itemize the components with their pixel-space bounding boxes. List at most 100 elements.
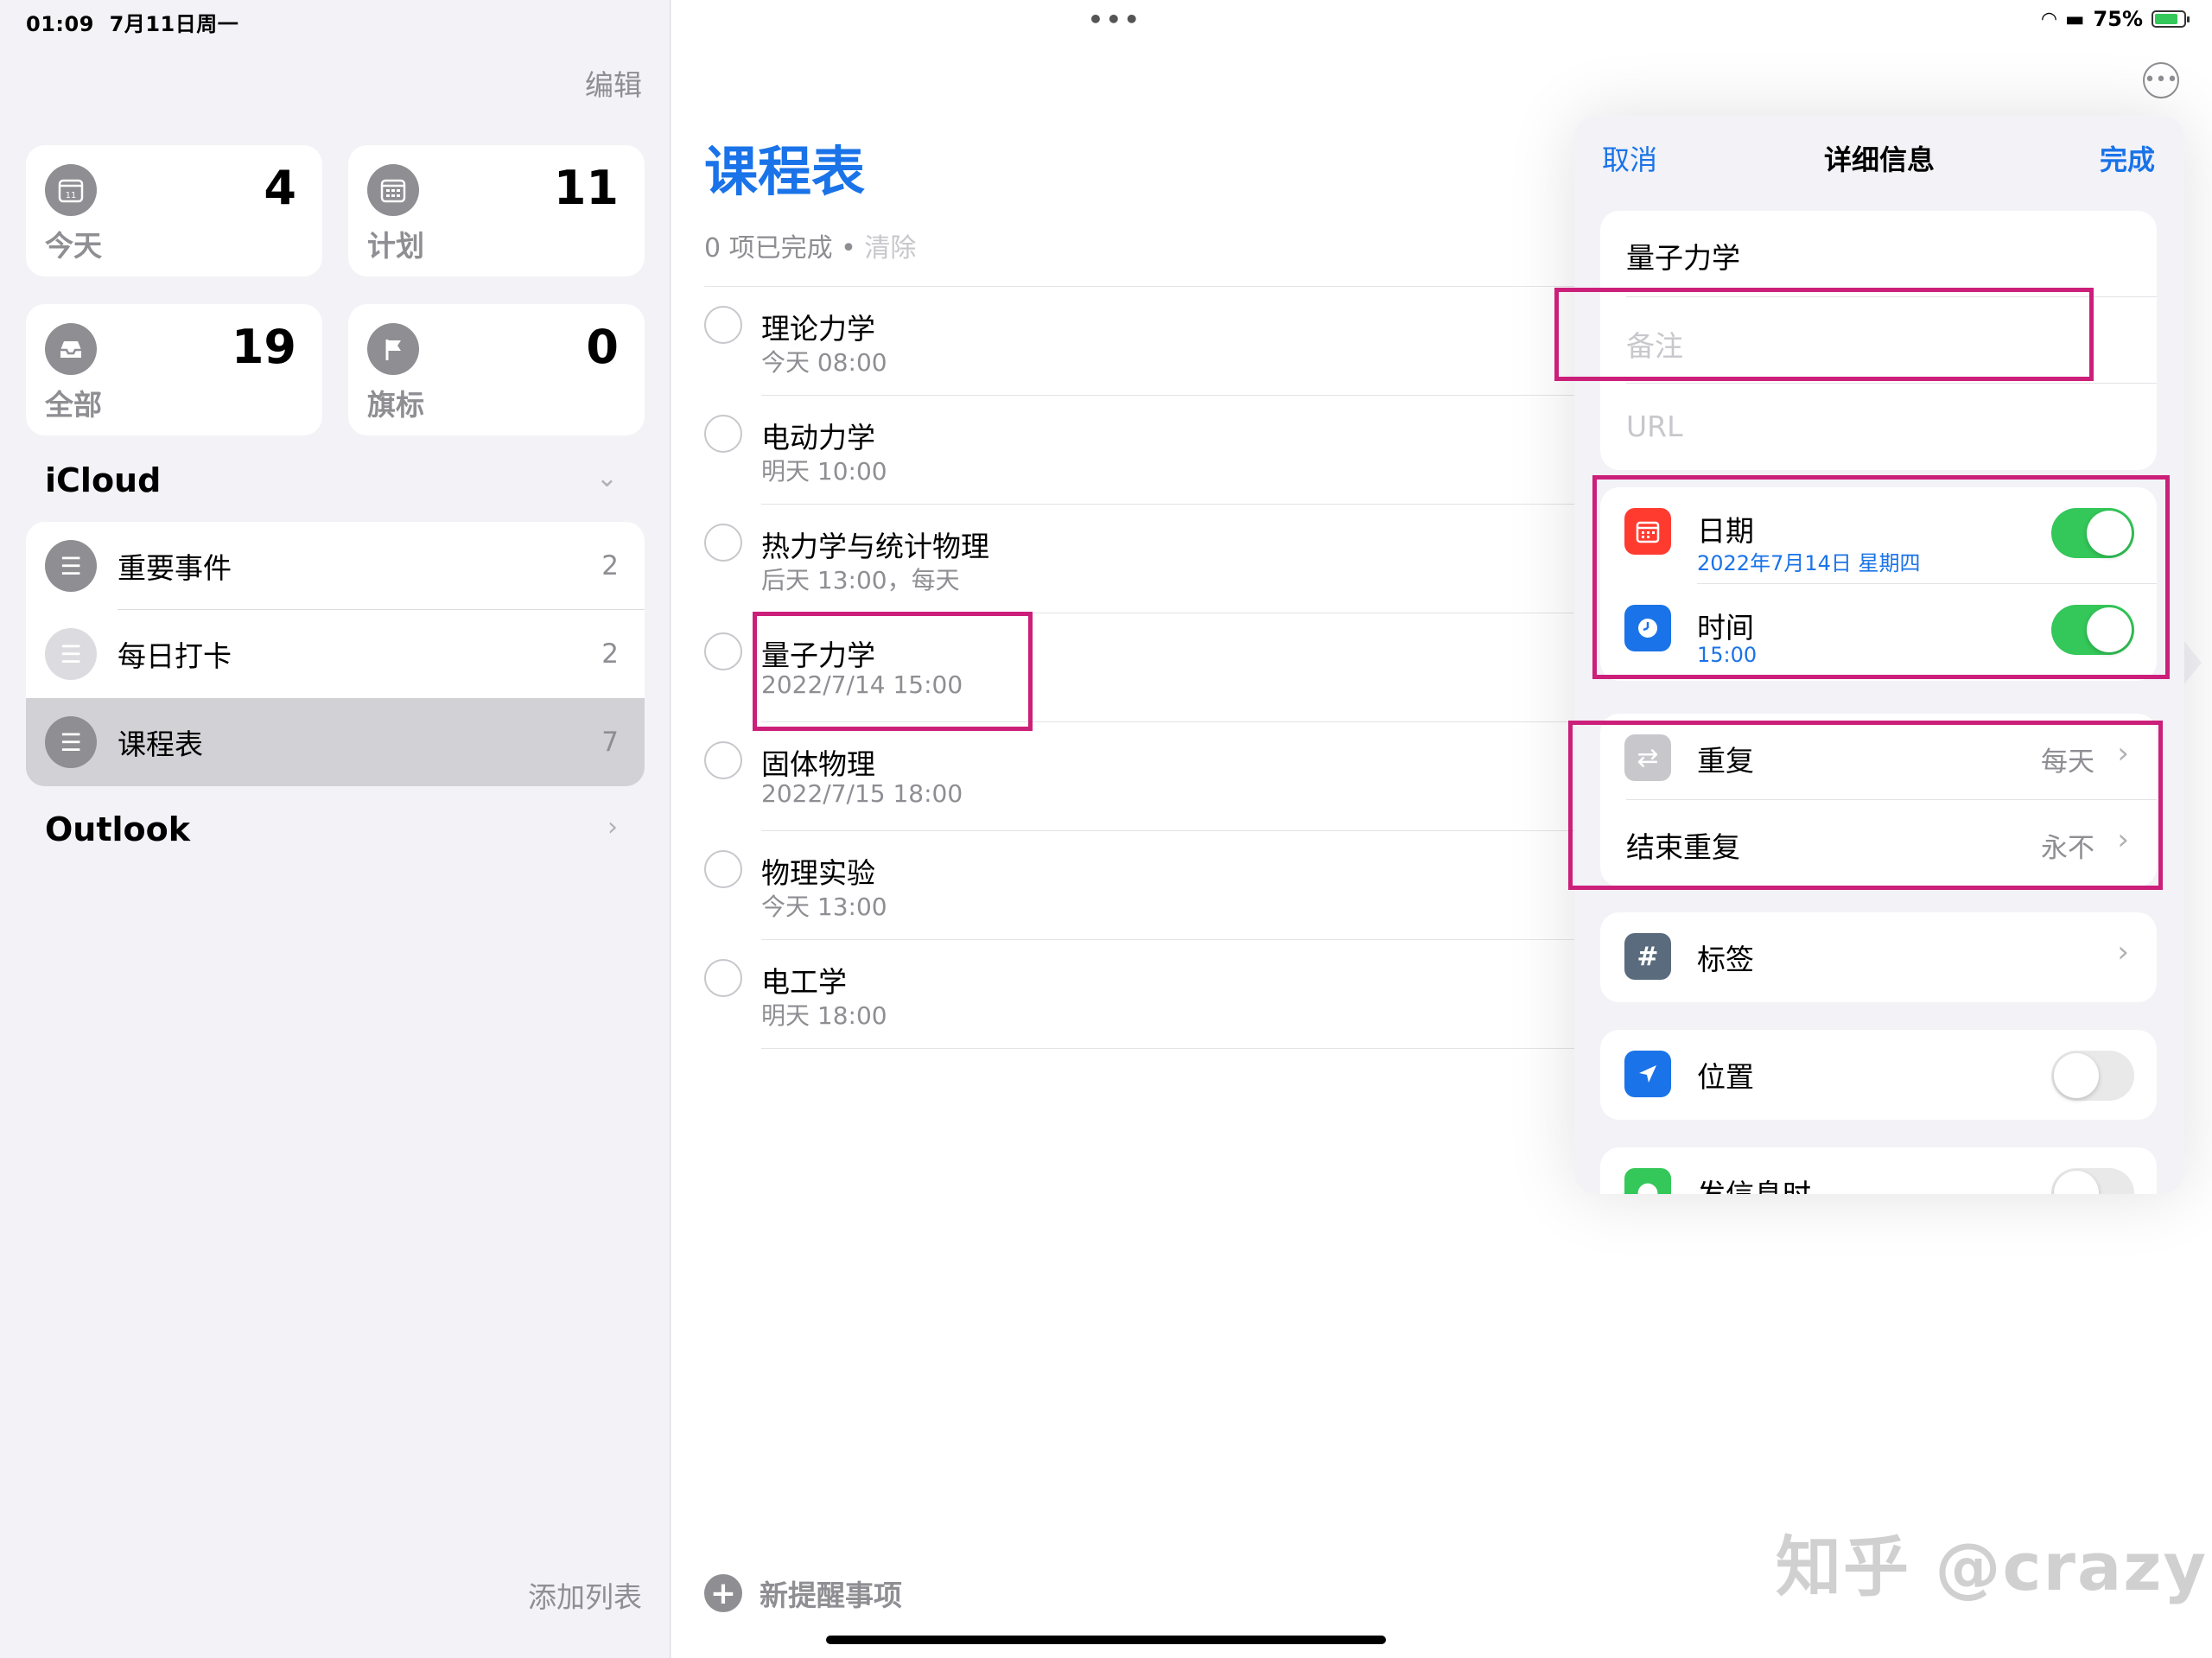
complete-checkbox[interactable]: [704, 741, 742, 779]
done-button[interactable]: 完成: [2100, 138, 2155, 178]
tags-row[interactable]: # 标签 ›: [1600, 912, 2157, 1002]
location-toggle[interactable]: [2051, 1051, 2134, 1101]
status-indicators: ◠ ▬ 75%: [2041, 7, 2190, 31]
messaging-label: 发信息时: [1697, 1172, 1811, 1194]
list-bullet-icon: ☰: [45, 628, 97, 680]
list-count: 2: [601, 638, 619, 670]
smart-list-flagged[interactable]: 0 旗标: [348, 304, 645, 435]
popover-title: 详细信息: [1823, 143, 1935, 176]
task-title[interactable]: 物理实验: [761, 850, 875, 892]
clear-button[interactable]: 清除: [864, 233, 916, 264]
complete-checkbox[interactable]: [704, 306, 742, 344]
icloud-lists: ☰ 重要事件 2 ☰ 每日打卡 2 ☰ 课程表 7: [26, 522, 645, 786]
smart-list-label: 旗标: [367, 388, 424, 422]
smart-list-today[interactable]: 11 4 今天: [26, 145, 322, 276]
battery-percent: 75%: [2093, 7, 2143, 31]
page-title: 课程表: [704, 140, 866, 203]
smart-list-count: 11: [553, 161, 619, 215]
list-item-selected[interactable]: ☰ 课程表 7: [26, 698, 645, 786]
list-bullet-icon: ☰: [45, 716, 97, 768]
task-title[interactable]: 电动力学: [761, 415, 875, 456]
battery-icon: [2152, 10, 2190, 28]
complete-checkbox[interactable]: [704, 959, 742, 997]
smart-list-label: 全部: [45, 388, 102, 422]
watermark: 知乎 @crazy: [1776, 1528, 2209, 1605]
chevron-right-icon[interactable]: ›: [607, 812, 618, 842]
location-row[interactable]: 位置: [1600, 1030, 2157, 1120]
task-title[interactable]: 理论力学: [761, 306, 875, 347]
new-reminder-label: 新提醒事项: [760, 1579, 902, 1612]
task-title[interactable]: 热力学与统计物理: [761, 524, 989, 565]
tray-icon: [45, 323, 97, 375]
title-field[interactable]: 量子力学: [1600, 211, 2157, 297]
list-count: 2: [601, 550, 619, 581]
edit-button[interactable]: 编辑: [585, 62, 642, 104]
separator-dot: •: [841, 233, 856, 264]
task-due: 明天 10:00: [761, 457, 887, 486]
messaging-row[interactable]: ● 发信息时: [1600, 1147, 2157, 1194]
list-item[interactable]: ☰ 重要事件 2: [26, 522, 645, 610]
message-bubble-icon: ●: [1624, 1168, 1671, 1194]
task-due: 后天 13:00，每天: [761, 566, 960, 594]
list-name: 课程表: [118, 727, 203, 761]
chevron-down-icon[interactable]: ⌄: [596, 463, 618, 493]
highlight-box-notes: [1554, 288, 2094, 381]
complete-checkbox[interactable]: [704, 632, 742, 670]
url-placeholder[interactable]: URL: [1626, 410, 1682, 443]
list-name: 每日打卡: [118, 639, 232, 673]
task-title[interactable]: 固体物理: [761, 741, 875, 783]
task-due: 2022/7/15 18:00: [761, 779, 963, 808]
flag-icon: [367, 323, 419, 375]
smart-list-count: 0: [586, 320, 619, 374]
icloud-section-header[interactable]: iCloud: [45, 461, 161, 499]
location-group: 位置: [1600, 1030, 2157, 1120]
list-name: 重要事件: [118, 551, 232, 585]
list-count: 7: [601, 727, 619, 758]
popover-nav-bar: 取消 详细信息 完成: [1574, 116, 2184, 213]
add-list-button[interactable]: 添加列表: [528, 1574, 642, 1616]
tags-group: # 标签 ›: [1600, 912, 2157, 1002]
completed-count: 0 项已完成: [704, 233, 833, 264]
wifi-icon: ◠: [2041, 8, 2056, 30]
multitasking-dots-icon[interactable]: •••: [1088, 5, 1142, 34]
smart-list-label: 今天: [45, 229, 102, 263]
task-due: 明天 18:00: [761, 1001, 887, 1030]
task-due: 今天 08:00: [761, 348, 887, 377]
url-field[interactable]: URL: [1600, 384, 2157, 470]
more-options-icon[interactable]: •••: [2143, 62, 2179, 98]
complete-checkbox[interactable]: [704, 415, 742, 453]
smart-list-count: 4: [264, 161, 296, 215]
complete-checkbox[interactable]: [704, 524, 742, 562]
sidebar: 01:09 7月11日周一 编辑 11 4 今天 11 计划 19 全部 0 旗…: [0, 0, 671, 1658]
messaging-toggle[interactable]: [2051, 1168, 2134, 1194]
tags-label: 标签: [1697, 943, 1754, 976]
highlight-box-date-time: [1592, 475, 2170, 679]
highlight-box-task: [753, 612, 1033, 731]
list-item[interactable]: ☰ 每日打卡 2: [26, 610, 645, 698]
car-icon: ▬: [2064, 7, 2085, 31]
highlight-box-repeat: [1568, 721, 2163, 890]
smart-list-scheduled[interactable]: 11 计划: [348, 145, 645, 276]
hashtag-icon: #: [1624, 933, 1671, 980]
location-label: 位置: [1697, 1060, 1754, 1094]
status-time: 01:09 7月11日周一: [26, 12, 239, 36]
location-arrow-icon: [1624, 1051, 1671, 1097]
completed-info: 0 项已完成 • 清除: [704, 226, 916, 264]
smart-list-count: 19: [231, 320, 296, 374]
outlook-section-header[interactable]: Outlook: [45, 810, 190, 848]
chevron-right-icon: ›: [2117, 935, 2129, 969]
smart-list-label: 计划: [367, 229, 424, 263]
smart-list-all[interactable]: 19 全部: [26, 304, 322, 435]
task-title[interactable]: 电工学: [761, 959, 847, 1001]
title-value[interactable]: 量子力学: [1626, 235, 1740, 276]
task-due: 今天 13:00: [761, 893, 887, 921]
messaging-group: ● 发信息时: [1600, 1147, 2157, 1194]
svg-text:11: 11: [66, 191, 77, 200]
plus-icon: +: [704, 1574, 742, 1612]
calendar-icon: 11: [45, 164, 97, 216]
calendar-grid-icon: [367, 164, 419, 216]
list-bullet-icon: ☰: [45, 540, 97, 592]
complete-checkbox[interactable]: [704, 850, 742, 888]
home-indicator[interactable]: [826, 1636, 1386, 1644]
new-reminder-button[interactable]: + 新提醒事项: [704, 1572, 902, 1614]
